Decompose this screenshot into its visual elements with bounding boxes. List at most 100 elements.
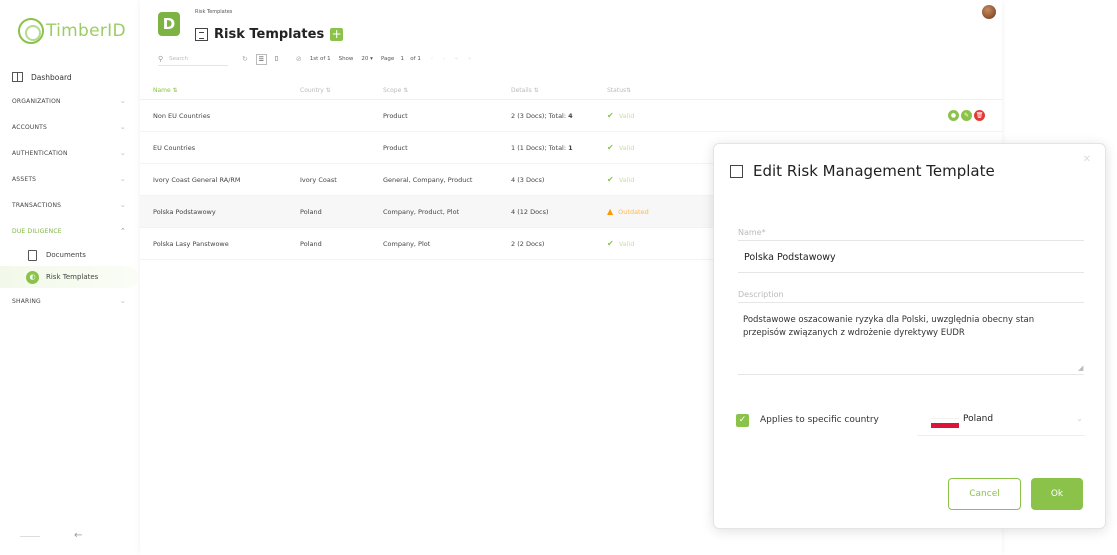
sidebar-section-label: ACCOUNTS: [12, 123, 48, 131]
page-label: Page: [380, 56, 395, 62]
document-icon: [28, 249, 37, 261]
status-text: Valid: [618, 175, 635, 184]
page-size-select[interactable]: 20 ▾: [361, 56, 373, 62]
column-header-name[interactable]: Name ⇅: [140, 87, 300, 94]
sidebar-section-label: ASSETS: [12, 175, 37, 183]
cell-name: Non EU Countries: [153, 111, 211, 120]
cell-status: ✔ Valid: [607, 175, 707, 184]
column-header-status[interactable]: Status ⇅: [607, 87, 707, 94]
details-total: 4: [568, 111, 573, 120]
cell-country: Poland: [300, 239, 322, 248]
table-header: Name ⇅ Country ⇅ Scope ⇅ Details ⇅ Statu…: [140, 82, 1002, 100]
cell-status: ✔ Valid: [607, 111, 707, 120]
status-text: Valid: [618, 111, 635, 120]
cell-name: Ivory Coast General RA/RM: [153, 175, 241, 184]
resize-handle-icon[interactable]: ◢: [1078, 364, 1083, 372]
card-view-button[interactable]: ▯: [271, 54, 282, 65]
refresh-icon[interactable]: ↻: [242, 55, 248, 63]
column-header-scope[interactable]: Scope ⇅: [383, 87, 511, 94]
range-indicator: 1st of 1: [309, 56, 331, 62]
app-root: TimberID Dashboard ORGANIZATION ⌄ ACCOUN…: [0, 0, 1117, 555]
page-total: of 1: [410, 56, 421, 62]
add-template-button[interactable]: +: [330, 28, 344, 41]
search-placeholder: Search: [169, 55, 189, 62]
check-icon: ✔: [607, 111, 614, 120]
table-row[interactable]: Non EU Countries Product 2 (3 Docs); Tot…: [140, 100, 1002, 132]
cell-name: Polska Lasy Panstwowe: [153, 239, 229, 248]
search-input[interactable]: ⚲ Search: [158, 52, 228, 66]
fingerprint-icon: [18, 18, 44, 44]
sidebar-section-assets[interactable]: ASSETS ⌄: [0, 166, 140, 192]
cell-scope: Product: [383, 143, 408, 152]
timberid-logo[interactable]: TimberID: [18, 18, 126, 44]
modal-title: Edit Risk Management Template: [753, 162, 995, 180]
header-label: Details: [511, 87, 532, 94]
delete-button[interactable]: 🗑: [974, 110, 985, 121]
avatar[interactable]: [982, 5, 996, 19]
cell-details: 2 (2 Docs): [511, 240, 607, 248]
cell-name: EU Countries: [153, 143, 196, 152]
sidebar-section-due-diligence[interactable]: DUE DILIGENCE ⌃: [0, 218, 140, 244]
breadcrumb[interactable]: Risk Templates: [195, 9, 232, 15]
cell-name: Polska Podstawowy: [153, 207, 216, 216]
pagination-arrows[interactable]: ‹ › « »: [431, 56, 475, 62]
name-field-divider: [738, 240, 1084, 241]
country-select[interactable]: Poland ⌄: [917, 406, 1085, 436]
cell-details: 2 (3 Docs); Total: 4: [511, 112, 607, 120]
brand-tile: D: [158, 12, 180, 36]
country-value: Poland: [963, 414, 994, 424]
cell-details: 4 (3 Docs): [511, 176, 607, 184]
header-label: Name: [153, 87, 171, 94]
chevron-down-icon: ⌄: [119, 149, 126, 157]
column-header-details[interactable]: Details ⇅: [511, 87, 607, 94]
list-view-button[interactable]: ☰: [255, 53, 267, 65]
details-text: 1 (1 Docs); Total:: [511, 143, 569, 152]
header-label: Scope: [383, 87, 402, 94]
row-actions: ● ✎ 🗑: [946, 110, 985, 121]
sidebar-item-label: Dashboard: [31, 72, 72, 82]
status-text: Valid: [618, 143, 635, 152]
cancel-button[interactable]: Cancel: [948, 478, 1021, 510]
search-icon: ⚲: [158, 54, 164, 63]
sidebar-item-label: Documents: [46, 251, 86, 259]
name-label: Name*: [738, 228, 766, 237]
filter-icon[interactable]: ⊘: [296, 55, 302, 63]
chevron-down-icon: ⌄: [119, 97, 126, 105]
edit-template-modal: Edit Risk Management Template ✕ Name* Po…: [713, 143, 1106, 529]
header-label: Country: [300, 87, 324, 94]
sidebar-section-label: SHARING: [12, 297, 41, 305]
sidebar-divider: [20, 536, 40, 537]
status-text: Valid: [618, 239, 635, 248]
sidebar-item-documents[interactable]: Documents: [0, 244, 140, 266]
risk-template-icon: ◐: [26, 270, 39, 284]
logo-text: TimberID: [46, 21, 126, 41]
close-icon[interactable]: ✕: [1083, 154, 1091, 165]
sidebar-section-transactions[interactable]: TRANSACTIONS ⌄: [0, 192, 140, 218]
collapse-sidebar-arrow-icon[interactable]: ←: [74, 530, 82, 541]
sidebar-item-dashboard[interactable]: Dashboard: [0, 66, 140, 88]
chevron-down-icon: ⌄: [1076, 414, 1083, 423]
sidebar-nav: Dashboard ORGANIZATION ⌄ ACCOUNTS ⌄ AUTH…: [0, 66, 140, 314]
sidebar-section-organization[interactable]: ORGANIZATION ⌄: [0, 88, 140, 114]
dashboard-icon: [12, 72, 23, 82]
applies-country-label: Applies to specific country: [760, 415, 879, 425]
page-input[interactable]: 1: [398, 56, 406, 62]
sidebar-section-accounts[interactable]: ACCOUNTS ⌄: [0, 114, 140, 140]
sidebar-section-sharing[interactable]: SHARING ⌄: [0, 288, 140, 314]
description-field[interactable]: Podstawowe oszacowanie ryzyka dla Polski…: [743, 314, 1078, 340]
chevron-down-icon: ⌄: [119, 297, 126, 305]
cell-scope: Product: [383, 111, 408, 120]
sidebar-item-risk-templates[interactable]: ◐ Risk Templates: [0, 266, 138, 288]
column-header-country[interactable]: Country ⇅: [300, 87, 383, 94]
sidebar-section-authentication[interactable]: AUTHENTICATION ⌄: [0, 140, 140, 166]
template-icon: [730, 164, 743, 178]
ok-button[interactable]: Ok: [1031, 478, 1083, 510]
view-button[interactable]: ●: [948, 110, 959, 121]
chevron-down-icon: ⌄: [119, 123, 126, 131]
edit-button[interactable]: ✎: [961, 110, 972, 121]
applies-country-checkbox[interactable]: ✓: [736, 414, 749, 427]
sidebar-section-label: ORGANIZATION: [12, 97, 61, 105]
name-field[interactable]: Polska Podstawowy: [744, 252, 836, 263]
template-icon: [195, 28, 208, 41]
cell-scope: General, Company, Product: [383, 175, 473, 184]
